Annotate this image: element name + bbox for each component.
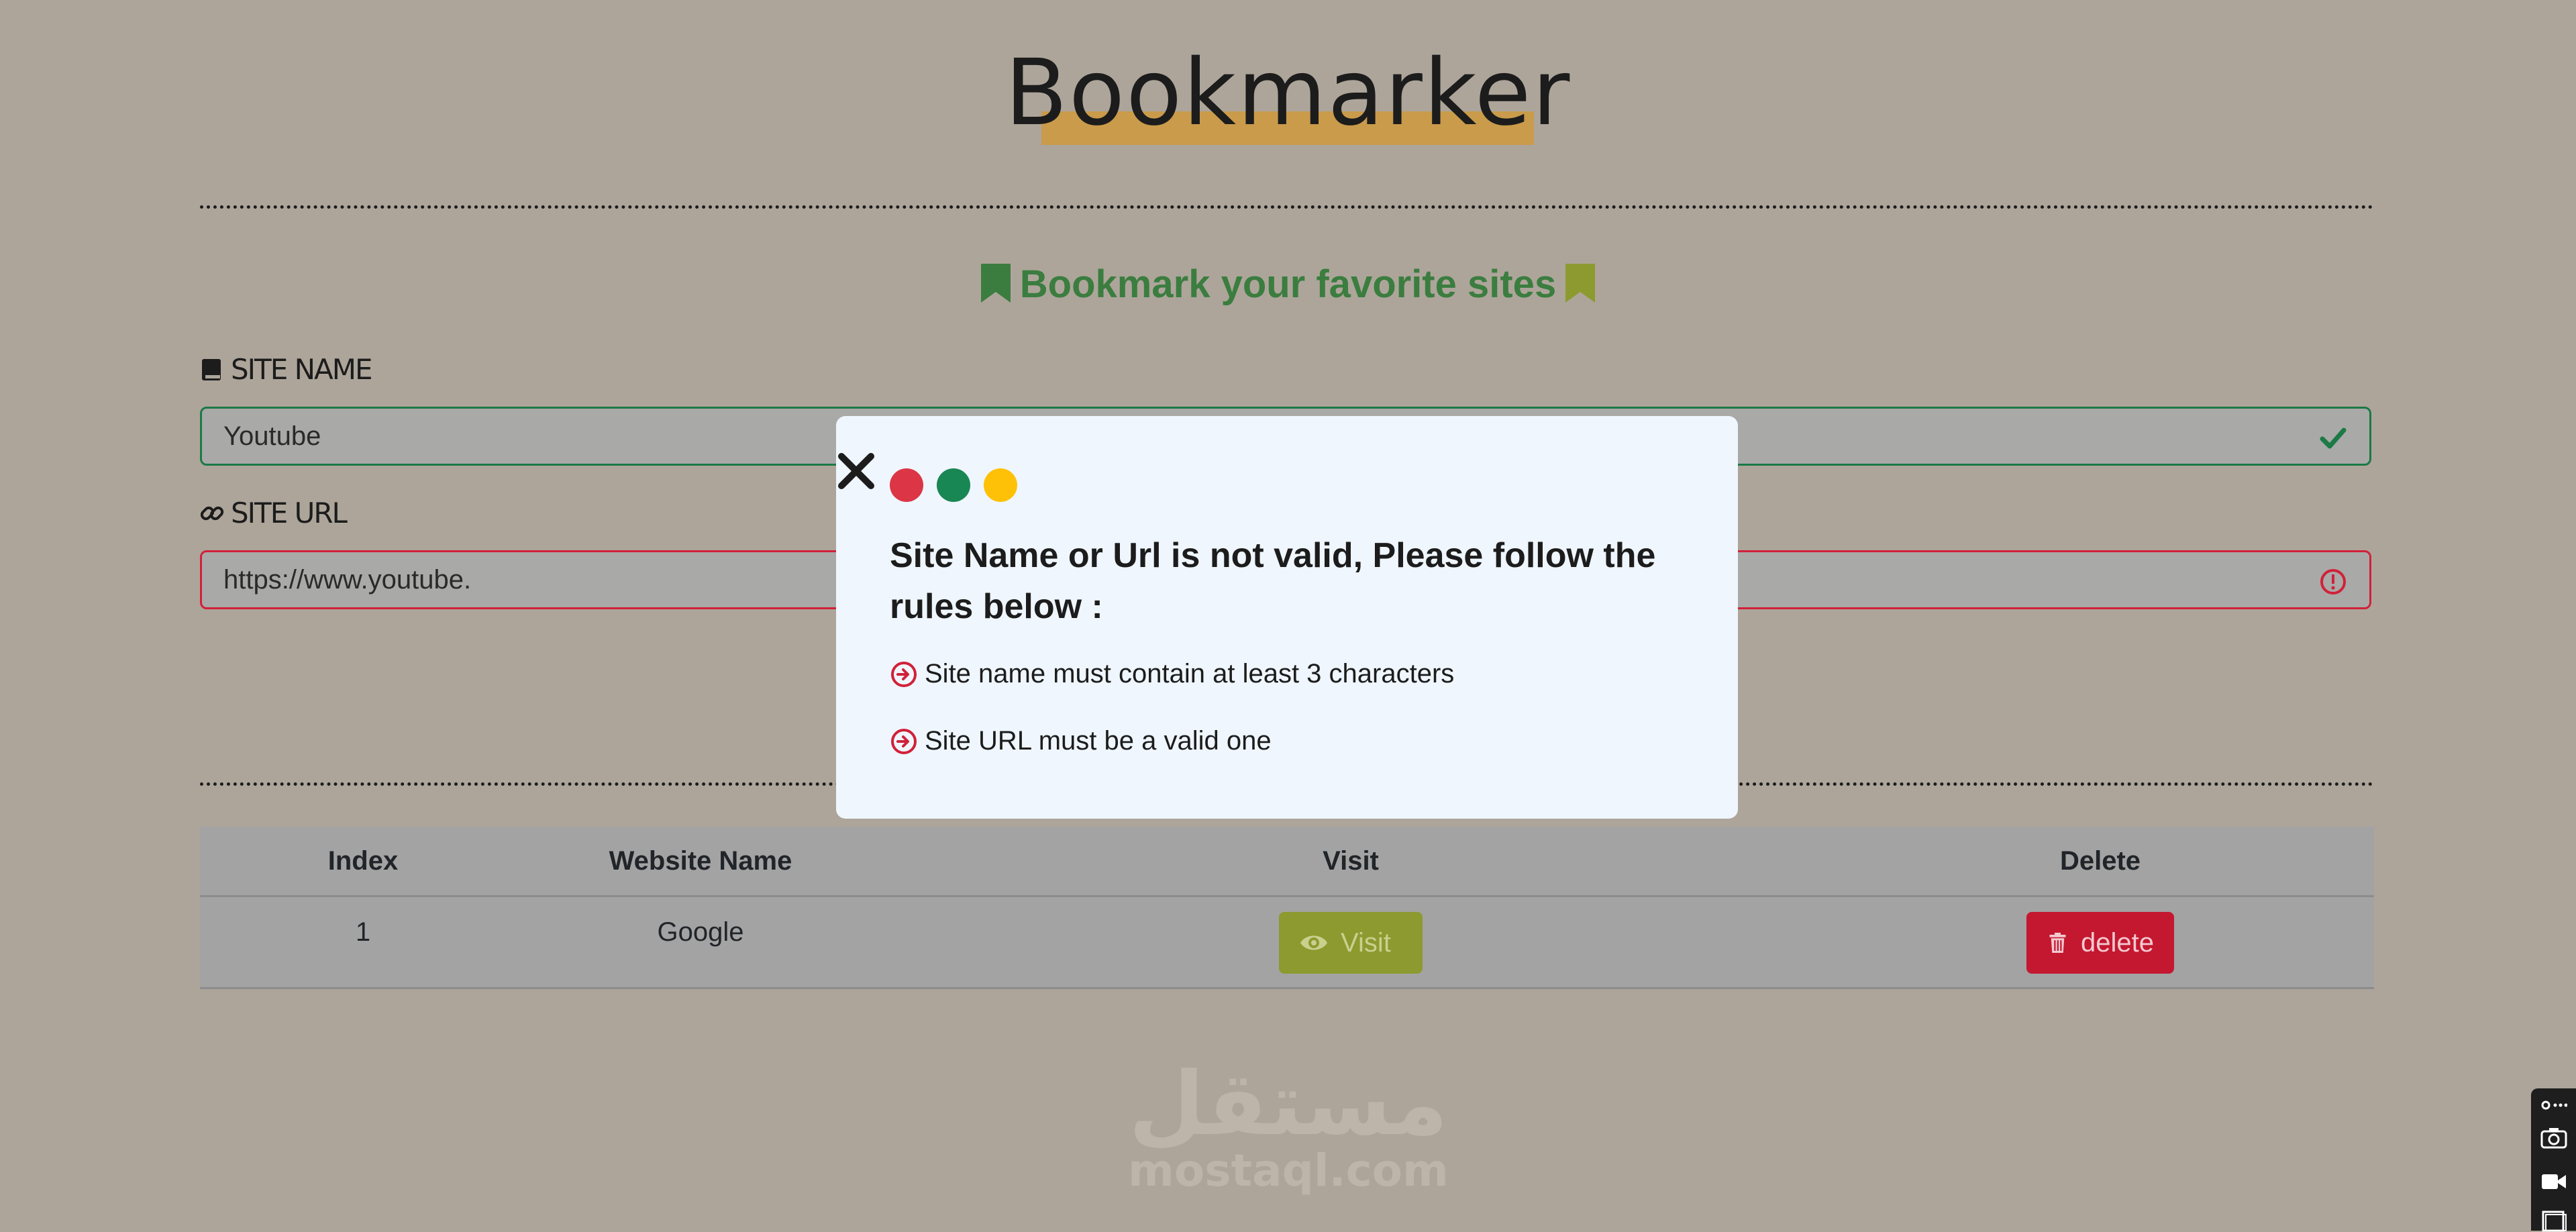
bookmark-icon bbox=[1565, 264, 1596, 303]
link-icon bbox=[200, 506, 224, 520]
red-dot bbox=[890, 468, 923, 502]
row-name: Google bbox=[657, 917, 744, 947]
watermark-arabic: مستقل bbox=[1129, 1053, 1448, 1155]
visit-button[interactable]: Visit bbox=[1279, 912, 1423, 974]
page: Bookmarker Bookmark your favorite sites … bbox=[0, 0, 2576, 1232]
trash-icon bbox=[2049, 932, 2066, 954]
subtitle-text: Bookmark your favorite sites bbox=[1019, 262, 1557, 306]
close-icon[interactable] bbox=[835, 450, 878, 493]
visit-button-label: Visit bbox=[1341, 927, 1391, 958]
rule-item: Site URL must be a valid one bbox=[890, 726, 1272, 756]
watermark: مستقل mostaql.com bbox=[1127, 1060, 1449, 1194]
site-url-label: SITE URL bbox=[200, 497, 348, 529]
delete-cell: delete bbox=[1826, 897, 2374, 987]
watermark-latin: mostaql.com bbox=[1128, 1145, 1449, 1196]
header-delete: Delete bbox=[2059, 845, 2141, 876]
eye-icon bbox=[1300, 935, 1327, 950]
recording-widget[interactable] bbox=[2531, 1088, 2576, 1232]
video-icon[interactable] bbox=[2540, 1170, 2567, 1193]
table-header: Index Website Name Visit Delete bbox=[200, 827, 2374, 897]
circle-arrow-right-icon bbox=[891, 728, 917, 754]
modal-message: Site Name or Url is not valid, Please fo… bbox=[890, 536, 1656, 626]
page-title: Bookmarker bbox=[1004, 40, 1572, 146]
bookmark-icon bbox=[980, 264, 1011, 303]
bookmarks-table: Index Website Name Visit Delete 1 Google… bbox=[200, 827, 2374, 989]
rule-item: Site name must contain at least 3 charac… bbox=[890, 659, 1454, 689]
table-row: 1 Google Visit delete bbox=[200, 897, 2374, 989]
header-visit: Visit bbox=[1323, 845, 1379, 876]
validation-modal: Site Name or Url is not valid, Please fo… bbox=[836, 416, 1738, 819]
yellow-dot bbox=[984, 468, 1017, 502]
check-icon bbox=[2320, 427, 2347, 449]
header-website-name: Website Name bbox=[609, 845, 792, 876]
site-name-value: Youtube bbox=[223, 421, 321, 451]
site-name-label-text: SITE NAME bbox=[231, 353, 373, 386]
site-url-label-text: SITE URL bbox=[231, 497, 348, 529]
top-divider bbox=[200, 205, 2374, 209]
window-icon[interactable] bbox=[2540, 1209, 2567, 1232]
row-index: 1 bbox=[355, 917, 371, 947]
book-icon bbox=[202, 358, 221, 380]
alert-icon bbox=[2320, 569, 2346, 595]
link-icon bbox=[2541, 1100, 2567, 1110]
rule-text: Site name must contain at least 3 charac… bbox=[925, 659, 1455, 688]
site-url-value: https://www.youtube. bbox=[223, 564, 472, 595]
green-dot bbox=[937, 468, 970, 502]
delete-button-label: delete bbox=[2081, 927, 2154, 958]
camera-icon[interactable] bbox=[2540, 1126, 2567, 1149]
header-index: Index bbox=[327, 845, 399, 876]
subtitle: Bookmark your favorite sites bbox=[0, 262, 2576, 307]
delete-button[interactable]: delete bbox=[2026, 912, 2174, 974]
circle-arrow-right-icon bbox=[891, 661, 917, 687]
site-name-label: SITE NAME bbox=[200, 353, 373, 386]
visit-cell: Visit bbox=[875, 897, 1826, 987]
rule-text: Site URL must be a valid one bbox=[925, 726, 1272, 756]
